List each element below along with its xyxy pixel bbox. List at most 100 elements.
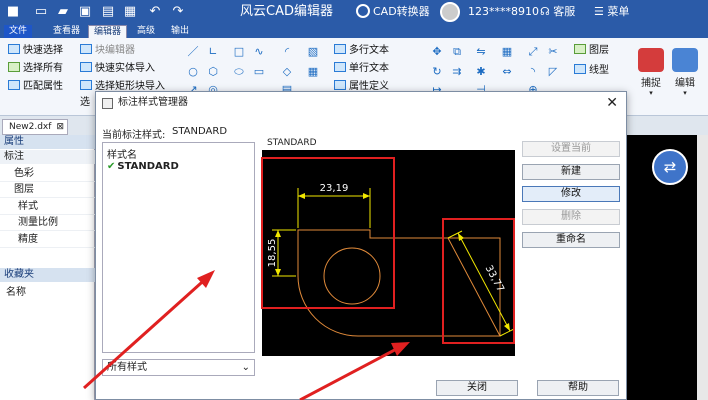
quick-select-label: 快速选择	[23, 45, 63, 56]
rectangle-icon[interactable]: □	[232, 46, 246, 58]
tab-output[interactable]: 输出	[166, 25, 194, 38]
vertical-scrollbar[interactable]	[697, 135, 708, 400]
user-account[interactable]: 123****8910	[468, 4, 539, 20]
rotate-icon[interactable]: ↻	[430, 66, 444, 78]
linetype-icon	[574, 64, 586, 74]
polyline-icon[interactable]: ∟	[206, 46, 220, 58]
open-folder-icon[interactable]: ▰	[54, 4, 72, 20]
arc-icon[interactable]: ◜	[280, 46, 294, 58]
print-icon[interactable]: ▤	[99, 4, 117, 20]
edit-button[interactable]: 编辑 ▾	[670, 48, 700, 108]
menu-label: 菜单	[607, 5, 630, 18]
avatar[interactable]	[440, 2, 460, 22]
mirror-icon[interactable]: ⇋	[474, 46, 488, 58]
close-tab-icon[interactable]: ⊠	[56, 120, 64, 134]
hatch-icon[interactable]: ▧	[306, 46, 320, 58]
tab-viewer[interactable]: 查看器	[48, 25, 85, 38]
tab-advanced[interactable]: 高级	[132, 25, 160, 38]
document-tab-label: New2.dxf	[9, 122, 52, 132]
set-current-button[interactable]: 设置当前	[522, 141, 620, 157]
snap-button[interactable]: 捕捉 ▾	[636, 48, 666, 108]
circle-icon[interactable]: ○	[186, 66, 200, 78]
help-button[interactable]: 帮助	[537, 380, 619, 396]
preview-label: STANDARD	[267, 138, 317, 148]
style-list-item[interactable]: ✔ STANDARD	[107, 161, 179, 172]
explode-icon[interactable]: ✱	[474, 66, 488, 78]
block-editor-button[interactable]: 块编辑器	[80, 44, 135, 58]
cad-converter-button[interactable]: CAD转换器	[356, 4, 430, 20]
headset-icon: ☊	[540, 5, 550, 18]
translate-icon[interactable]: ⇄	[652, 149, 688, 185]
style-list[interactable]: 样式名 ✔ STANDARD	[102, 142, 255, 353]
dimension-style-manager-dialog: 标注样式管理器 ✕ 当前标注样式: STANDARD 样式名 ✔ STANDARD…	[95, 91, 627, 400]
linetype-label: 线型	[589, 65, 609, 76]
edit-icon	[672, 48, 698, 72]
rename-button[interactable]: 重命名	[522, 232, 620, 248]
close-button[interactable]: 关闭	[436, 380, 518, 396]
dialog-title: 标注样式管理器	[118, 97, 188, 108]
tab-editor[interactable]: 编辑器	[88, 25, 128, 38]
tab-file[interactable]: 文件	[4, 25, 33, 38]
prop-color[interactable]: 色彩	[0, 166, 95, 182]
new-file-icon[interactable]: ▭	[32, 4, 50, 20]
offset-icon[interactable]: ⇉	[450, 66, 464, 78]
fillet-icon[interactable]: ◝	[526, 66, 540, 78]
layer-button[interactable]: 图层	[574, 44, 609, 58]
menu-button[interactable]: ☰ 菜单	[594, 4, 629, 20]
block-editor-label: 块编辑器	[95, 45, 135, 56]
redo-icon[interactable]: ↷	[169, 4, 187, 20]
section-dimension[interactable]: 标注	[0, 150, 95, 164]
quick-select-button[interactable]: 快速选择	[8, 44, 63, 58]
undo-icon[interactable]: ↶	[146, 4, 164, 20]
layer-icon	[574, 44, 586, 54]
spline-icon[interactable]: ∿	[252, 46, 266, 58]
prop-layer[interactable]: 图层	[0, 182, 95, 198]
match-properties-button[interactable]: 匹配属性	[8, 80, 63, 94]
new-button[interactable]: 新建	[522, 164, 620, 180]
quick-entity-import-button[interactable]: 快速实体导入	[80, 62, 155, 76]
polygon-icon[interactable]: ⬡	[206, 66, 220, 78]
list-filter-value: 所有样式	[107, 362, 147, 373]
document-tab[interactable]: New2.dxf ⊠	[2, 119, 68, 135]
array-icon[interactable]: ▦	[500, 46, 514, 58]
ellipse-icon[interactable]: ⬭	[232, 66, 246, 78]
move-icon[interactable]: ✥	[430, 46, 444, 58]
point-icon[interactable]: ◇	[280, 66, 294, 78]
stretch-icon[interactable]: ⇔	[500, 66, 514, 78]
modify-button[interactable]: 修改	[522, 186, 620, 202]
copy-icon[interactable]: ⧉	[450, 46, 464, 58]
prop-measure-scale[interactable]: 测量比例	[0, 215, 95, 231]
line-icon[interactable]: ／	[186, 46, 200, 58]
list-filter-select[interactable]: 所有样式 ⌄	[102, 359, 255, 376]
select-all-icon	[8, 62, 20, 72]
edit-dropdown-icon[interactable]: ▾	[670, 89, 700, 97]
cad-converter-label: CAD转换器	[373, 5, 430, 18]
current-style-label: 当前标注样式:	[102, 130, 166, 141]
settings-icon[interactable]: ▦	[121, 4, 139, 20]
prop-precision[interactable]: 精度	[0, 232, 95, 248]
scale-icon[interactable]: ⤢	[526, 46, 540, 58]
customer-service-button[interactable]: ☊ 客服	[540, 4, 575, 20]
trim-icon[interactable]: ✂	[546, 46, 560, 58]
prop-style[interactable]: 样式	[0, 199, 95, 215]
close-icon[interactable]: ✕	[606, 94, 618, 112]
check-icon: ✔	[107, 161, 116, 172]
table-icon[interactable]: ▦	[306, 66, 320, 78]
rect-import-icon	[80, 80, 92, 90]
mtext-button[interactable]: 多行文本	[334, 44, 389, 58]
favorites-header: 收藏夹	[0, 268, 95, 282]
layer-label: 图层	[589, 45, 609, 56]
snap-label: 捕捉	[641, 78, 661, 89]
chamfer-icon[interactable]: ◸	[546, 66, 560, 78]
single-text-button[interactable]: 单行文本	[334, 62, 389, 76]
match-properties-label: 匹配属性	[23, 81, 63, 92]
delete-button[interactable]: 删除	[522, 209, 620, 225]
linetype-button[interactable]: 线型	[574, 64, 609, 78]
region-icon[interactable]: ▭	[252, 66, 266, 78]
snap-dropdown-icon[interactable]: ▾	[636, 89, 666, 97]
edit-label: 编辑	[675, 78, 695, 89]
save-icon[interactable]: ▣	[76, 4, 94, 20]
vertical-dim-text: 18,55	[267, 239, 278, 268]
quick-entity-import-label: 快速实体导入	[95, 63, 155, 74]
select-all-button[interactable]: 选择所有	[8, 62, 63, 76]
